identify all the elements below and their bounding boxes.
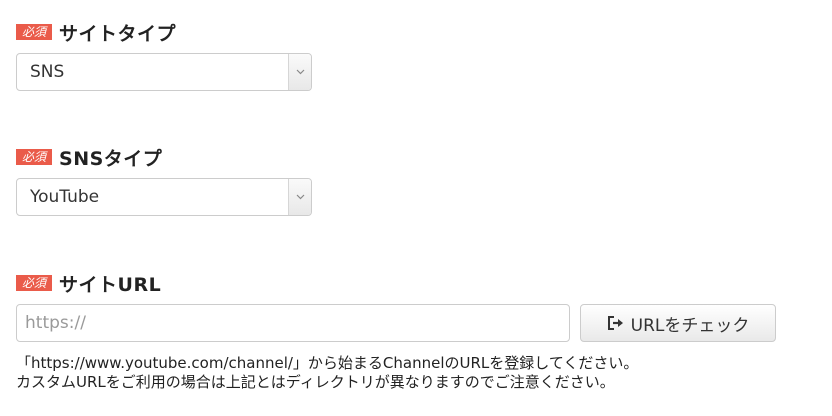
sns-type-field: 必須 SNSタイプ YouTube bbox=[16, 145, 312, 216]
site-type-selected-value: SNS bbox=[30, 62, 65, 82]
help-line-2: カスタムURLをご利用の場合は上記とはディレクトリが異なりますのでご注意ください… bbox=[16, 373, 615, 391]
url-check-button-label: URLをチェック bbox=[630, 315, 750, 336]
site-type-field: 必須 サイトタイプ SNS bbox=[16, 20, 312, 91]
site-type-select[interactable]: SNS bbox=[16, 53, 312, 91]
exit-arrow-icon bbox=[607, 315, 625, 331]
site-url-label: サイトURL bbox=[59, 273, 162, 296]
site-url-help-text: 「https://www.youtube.com/channel/」から始まるC… bbox=[16, 354, 776, 392]
help-line-1: 「https://www.youtube.com/channel/」から始まるC… bbox=[16, 354, 639, 372]
site-type-label-row: 必須 サイトタイプ bbox=[16, 20, 312, 45]
sns-type-label: SNSタイプ bbox=[59, 147, 163, 170]
sns-type-select[interactable]: YouTube bbox=[16, 178, 312, 216]
site-url-label-row: 必須 サイトURL bbox=[16, 271, 776, 296]
site-url-input-row: URLをチェック bbox=[16, 304, 776, 342]
chevron-down-icon[interactable] bbox=[288, 54, 311, 90]
required-badge: 必須 bbox=[16, 275, 53, 291]
chevron-down-icon[interactable] bbox=[288, 179, 311, 215]
url-check-button[interactable]: URLをチェック bbox=[580, 304, 776, 342]
sns-type-selected-value: YouTube bbox=[30, 187, 100, 207]
site-type-label: サイトタイプ bbox=[59, 22, 177, 45]
required-badge: 必須 bbox=[16, 149, 53, 165]
required-badge: 必須 bbox=[16, 24, 53, 40]
site-url-field: 必須 サイトURL URLをチェック 「https://www.youtube.… bbox=[16, 271, 776, 392]
sns-type-label-row: 必須 SNSタイプ bbox=[16, 145, 312, 170]
site-url-input[interactable] bbox=[16, 304, 570, 342]
